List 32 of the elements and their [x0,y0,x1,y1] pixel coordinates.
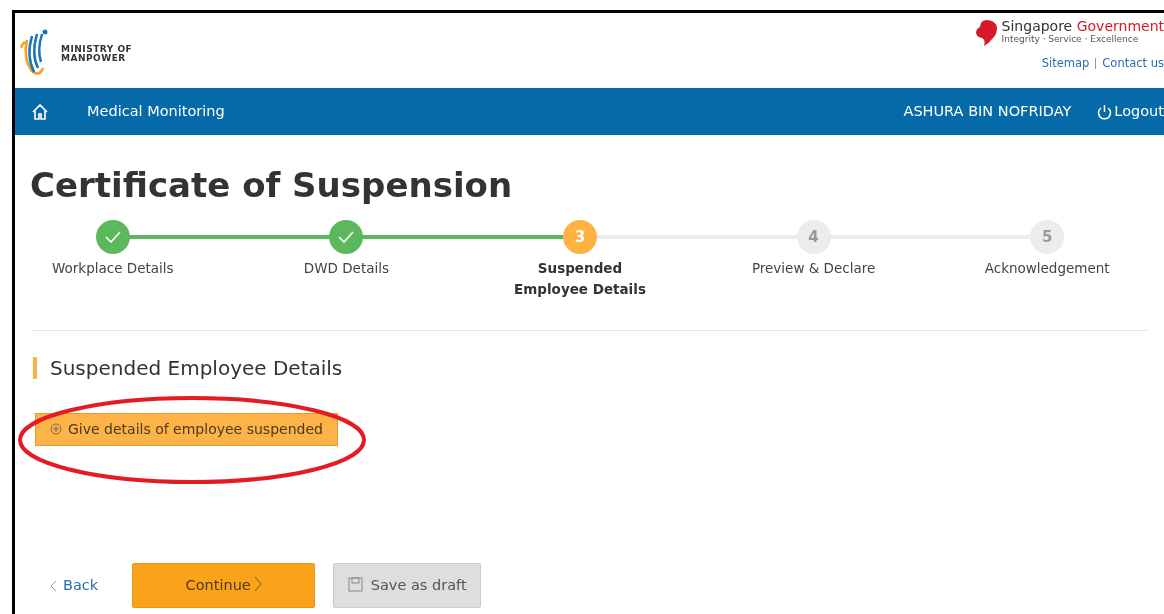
heading-accent-bar [33,356,37,379]
chevron-right-icon [253,575,262,592]
step-circle: 5 [1030,219,1065,254]
back-link[interactable]: Back [50,574,99,597]
power-icon [1097,103,1113,120]
section-heading: Suspended Employee Details [50,354,343,382]
step-circle: 3 [563,219,597,254]
step-label: Suspended Employee Details [513,258,647,299]
step-label: Preview & Declare [751,258,876,278]
header-link[interactable]: Contact us [1095,57,1164,70]
logo-text: MANPOWER [61,53,127,63]
government-name: Singapore Government [1001,19,1164,34]
save-draft-button[interactable]: Save as draft [333,563,482,608]
logo-text: MINISTRY OF [61,44,133,54]
step-label: DWD Details [303,258,389,278]
header-link[interactable]: Sitemap [1041,55,1090,73]
step-circle: 4 [796,219,831,254]
continue-button[interactable]: Continue [132,563,316,608]
add-details-button[interactable]: Give details of employee suspended [35,412,338,446]
plus-circle-icon [50,422,62,435]
check-icon [338,230,355,243]
nav-title[interactable]: Medical Monitoring [87,100,225,123]
motto-text: Integrity · Service · Excellence [1001,34,1140,47]
user-name: ASHURA BIN NOFRIDAY [903,101,1072,121]
chevron-left-icon [50,579,57,592]
step-label: Acknowledgement [984,258,1110,278]
check-icon [104,230,121,243]
home-icon[interactable] [31,102,49,121]
step-label: Workplace Details [52,258,174,278]
lion-head-icon [973,19,998,47]
page-title: Certificate of Suspension [30,165,514,206]
logout-link[interactable]: Logout [1097,100,1164,123]
